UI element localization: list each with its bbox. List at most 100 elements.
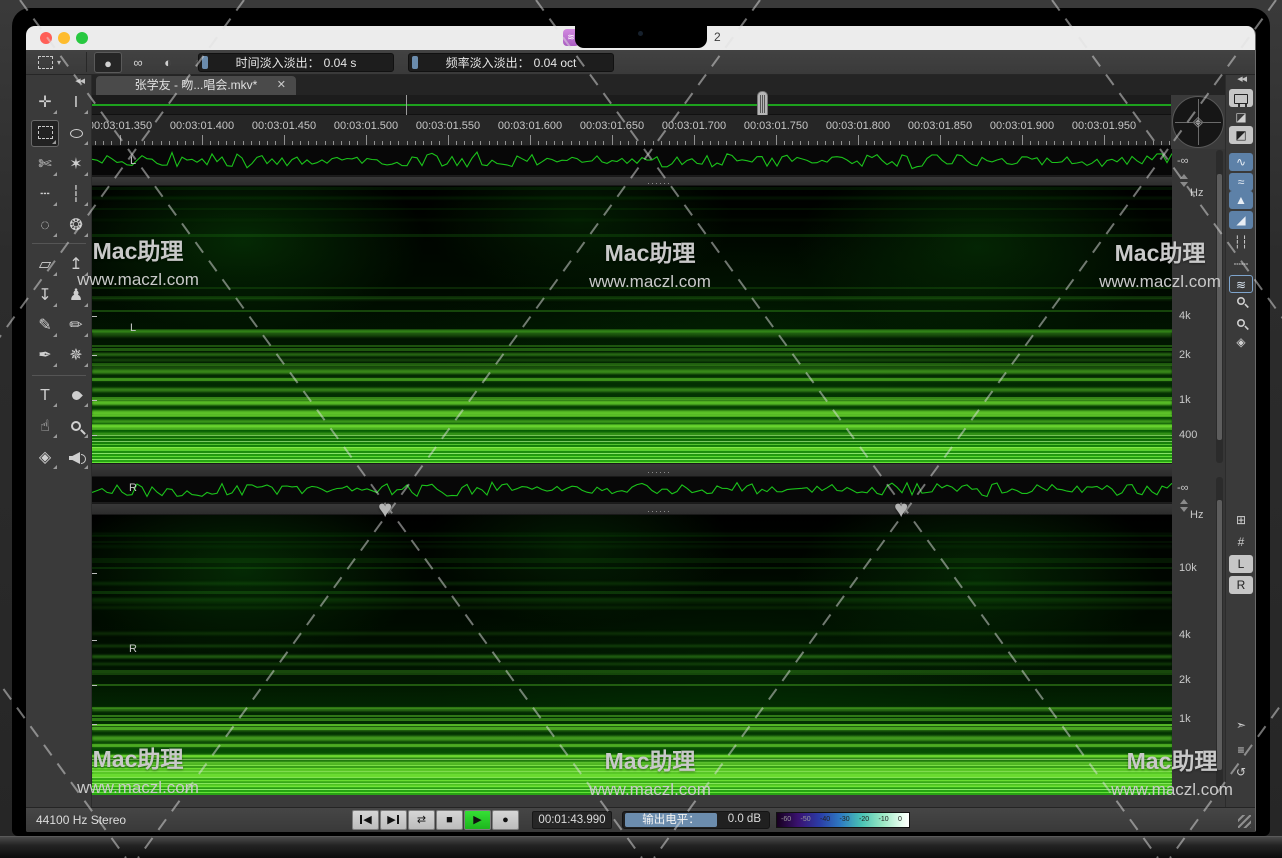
freq-label: 1k	[1179, 713, 1191, 725]
scrollbar-right-channel[interactable]	[1216, 477, 1223, 795]
cube-3d-icon[interactable]: ◈	[1229, 333, 1253, 351]
mode-union[interactable]: ∞	[124, 52, 152, 73]
meter-tick-label: -60	[781, 816, 791, 823]
eraser-tool[interactable]: ▱	[31, 251, 59, 278]
channel-l-button[interactable]: L	[1229, 555, 1253, 573]
divider-handle[interactable]: ······	[647, 467, 671, 477]
lasso-select-tool[interactable]	[62, 120, 90, 147]
levels-icon[interactable]: ◪	[1229, 108, 1253, 126]
playback-tool[interactable]	[62, 444, 90, 471]
move-tool[interactable]: ✛	[31, 89, 59, 116]
ruler-tick-label: 00:03:01.950	[1059, 120, 1149, 132]
spectrum-curve-icon[interactable]: ∿	[1229, 153, 1253, 171]
zoom-selection-icon[interactable]	[1229, 315, 1253, 333]
brush-tool[interactable]: ❂	[62, 212, 90, 239]
tab-document[interactable]: 张学友 - 吻...唱会.mkv* ✕	[96, 76, 296, 95]
play-button[interactable]: ▶	[464, 810, 491, 830]
mode-subtract[interactable]: ◐	[154, 52, 182, 73]
rect-select-tool[interactable]	[31, 120, 59, 147]
mode-replace[interactable]: ●	[94, 52, 122, 73]
contrast-icon[interactable]: ◩	[1229, 126, 1253, 144]
freq-label: 2k	[1179, 349, 1191, 361]
harmonic-select-tool[interactable]: ┆	[62, 181, 90, 208]
process-chip-icon[interactable]: ⊞	[1229, 511, 1253, 529]
text-tool[interactable]: T	[31, 382, 59, 409]
laptop-screen-bezel: ≋ 2 ▾ ●∞◐◑ 时间淡入淡出：	[12, 8, 1270, 836]
selection-shape-button[interactable]: ▾	[33, 53, 75, 72]
panel-collapse-button[interactable]: ◀◀	[1237, 75, 1246, 83]
overview-waveline	[92, 104, 1172, 106]
scrollbar-thumb[interactable]	[1217, 174, 1222, 440]
channel-letter-l-mid: L	[126, 322, 140, 334]
marker-tool[interactable]: ✏	[62, 312, 90, 339]
histogram-icon[interactable]: ◢	[1229, 211, 1253, 229]
scrollbar-left-channel[interactable]	[1216, 150, 1223, 463]
pen-tool[interactable]: ✒	[31, 342, 59, 369]
spinner-up-icon[interactable]	[1180, 499, 1188, 504]
ruler-tick-label: 00:03:01.600	[485, 120, 575, 132]
stop-button[interactable]: ■	[436, 810, 463, 830]
cube-3d-tool[interactable]: ◈	[31, 444, 59, 471]
history-icon[interactable]: ↺	[1229, 763, 1253, 781]
spinner-down-icon[interactable]	[1180, 507, 1188, 512]
spinner-down-icon[interactable]	[1180, 182, 1188, 187]
waveform-display-icon[interactable]: ≋	[1229, 275, 1253, 293]
eyedropper-tool[interactable]	[62, 382, 90, 409]
camera-dot	[638, 31, 643, 36]
smooth-curve-icon[interactable]: ≈	[1229, 173, 1253, 191]
zoom-tool[interactable]	[62, 413, 90, 440]
time-fade-field[interactable]: 时间淡入淡出：0.04 s	[198, 53, 394, 72]
grid-columns-icon[interactable]: ┆┆	[1229, 233, 1253, 251]
ruler-tick-label: 00:03:01.650	[567, 120, 657, 132]
freehand-dash-tool[interactable]: ┄	[31, 181, 59, 208]
output-level-value: 0.0 dB	[728, 813, 761, 825]
time-display[interactable]: 00:01:43.990	[532, 811, 612, 829]
channel-divider[interactable]: ······	[92, 463, 1172, 477]
minimize-window-button[interactable]	[58, 32, 70, 44]
waveform-right[interactable]	[92, 477, 1172, 503]
scrollbar-thumb[interactable]	[1217, 500, 1222, 770]
record-button[interactable]: ●	[492, 810, 519, 830]
overview-strip[interactable]	[92, 95, 1172, 115]
close-window-button[interactable]	[40, 32, 52, 44]
layers-icon[interactable]: ≡	[1229, 741, 1253, 759]
ruler-tick-label: 00:03:01.850	[895, 120, 985, 132]
brush-select-tool[interactable]: ◌	[31, 212, 59, 239]
palette-collapse-button[interactable]: ◀◀	[75, 77, 84, 85]
clone-stamp-tool[interactable]: ♟	[62, 282, 90, 309]
time-select-tool[interactable]: I	[62, 89, 90, 116]
freq-fade-accent	[412, 56, 418, 69]
time-ruler[interactable]: 00:03:01.35000:03:01.40000:03:01.45000:0…	[92, 115, 1176, 146]
waveform-left[interactable]	[92, 146, 1172, 176]
selection-rect-icon	[38, 56, 53, 69]
zoom-window-button[interactable]	[76, 32, 88, 44]
amplify-tool[interactable]: ↥	[62, 251, 90, 278]
channel-divider[interactable]: ······	[92, 503, 1172, 515]
tab-close-icon[interactable]: ✕	[277, 76, 286, 95]
channel-letter-l: L	[126, 155, 140, 167]
loop-button[interactable]: ⇄	[408, 810, 435, 830]
merge-down-icon[interactable]: ➣	[1229, 716, 1253, 734]
spectrogram-left[interactable]	[92, 186, 1172, 463]
patch-nodes-icon[interactable]: #	[1229, 533, 1253, 551]
display-settings-icon[interactable]	[1229, 89, 1253, 107]
3d-navigator[interactable]: ◈	[1171, 95, 1225, 149]
channel-divider[interactable]: ······	[92, 176, 1172, 186]
freq-select-tool[interactable]: ✄	[31, 151, 59, 178]
resize-grip[interactable]	[1238, 815, 1251, 828]
harmonic-pencil-tool[interactable]: ✎	[31, 312, 59, 339]
magic-wand-tool[interactable]: ✶	[62, 151, 90, 178]
grid-rows-icon[interactable]: ┄┄	[1229, 255, 1253, 273]
spinner-up-icon[interactable]	[1180, 174, 1188, 179]
spray-tool[interactable]: ✵	[62, 342, 90, 369]
go-to-end-button[interactable]: ▶	[380, 810, 407, 830]
channel-r-button[interactable]: R	[1229, 576, 1253, 594]
spectrogram-right[interactable]	[92, 515, 1172, 795]
attenuate-tool[interactable]: ↧	[31, 282, 59, 309]
hand-tool[interactable]: ☝	[31, 413, 59, 440]
zoom-waveform-icon[interactable]	[1229, 293, 1253, 311]
peak-display-icon[interactable]: ▲	[1229, 191, 1253, 209]
freq-fade-field[interactable]: 频率淡入淡出：0.04 oct	[408, 53, 614, 72]
go-to-start-button[interactable]: ◀	[352, 810, 379, 830]
output-level-field[interactable]: 输出电平： 0.0 dB	[622, 811, 770, 829]
